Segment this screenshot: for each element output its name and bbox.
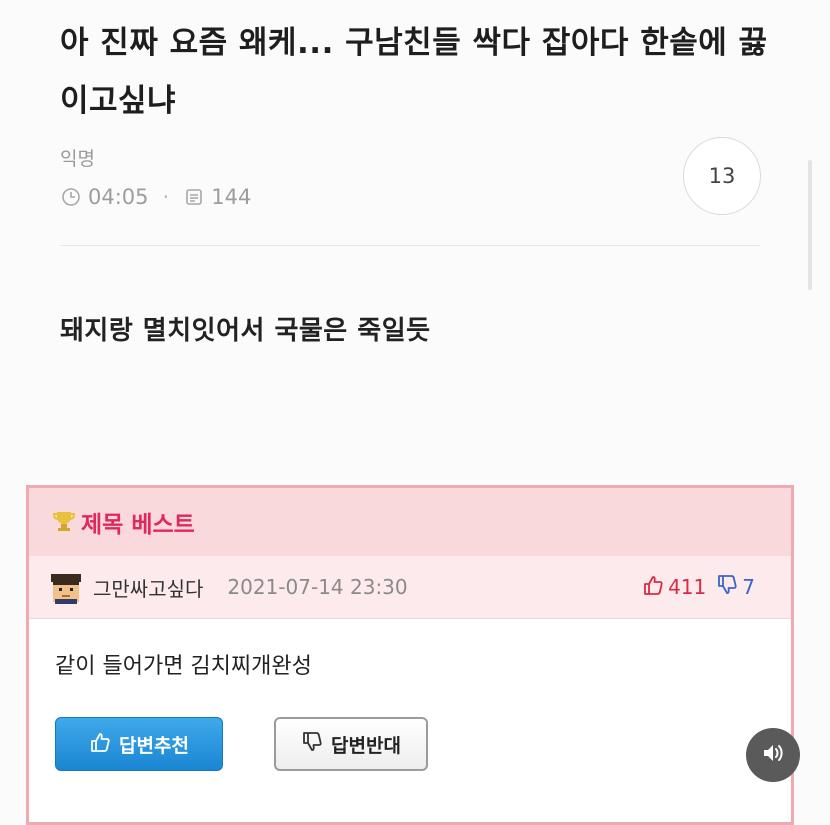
comment-count: 13 xyxy=(708,164,736,188)
post-views: 144 xyxy=(211,185,252,209)
thumbs-up-icon xyxy=(89,731,111,758)
post-body: 돼지랑 멸치잇어서 국물은 죽일듯 xyxy=(60,316,431,346)
best-header-title: 제목 베스트 xyxy=(81,512,195,538)
trophy-icon xyxy=(52,508,76,536)
post-time: 04:05 xyxy=(88,185,149,209)
oppose-label: 답변반대 xyxy=(331,734,401,757)
thumbs-down-icon xyxy=(301,731,323,758)
recommend-button[interactable]: 답변추천 xyxy=(55,717,223,771)
post-meta: 04:05 · 144 xyxy=(60,182,251,212)
recommend-label: 답변추천 xyxy=(119,734,189,757)
comment-count-button[interactable]: 13 xyxy=(683,137,761,215)
post-title: 아 진짜 요즘 왜케... 구남친들 싹다 잡아다 한솥에 끓이고싶냐 xyxy=(60,25,768,119)
answer-votes: 411 7 xyxy=(642,574,755,601)
scrollbar[interactable] xyxy=(808,160,812,290)
answer-nickname[interactable]: 그만싸고싶다 xyxy=(93,573,203,602)
answer-date: 2021-07-14 23:30 xyxy=(227,575,408,599)
best-answer-box: 제목 베스트 그만싸고싶다 2021-07-14 23:30 411 7 같이 … xyxy=(26,485,794,825)
like-count: 411 xyxy=(668,575,707,599)
speaker-icon xyxy=(760,740,786,770)
sound-toggle-button[interactable] xyxy=(746,728,800,782)
dislike-count: 7 xyxy=(742,575,755,599)
views-icon xyxy=(183,186,205,208)
thumbs-down-icon xyxy=(716,574,738,601)
answer-text: 같이 들어가면 김치찌개완성 xyxy=(55,654,312,679)
thumbs-up-icon xyxy=(642,574,664,601)
author-label: 익명 xyxy=(60,148,95,170)
divider xyxy=(60,245,760,246)
meta-separator: · xyxy=(162,185,170,209)
avatar xyxy=(49,570,83,604)
best-header: 제목 베스트 xyxy=(29,488,791,556)
oppose-button[interactable]: 답변반대 xyxy=(274,717,428,771)
clock-icon xyxy=(60,186,82,208)
answer-info-row: 그만싸고싶다 2021-07-14 23:30 411 7 xyxy=(29,556,791,619)
